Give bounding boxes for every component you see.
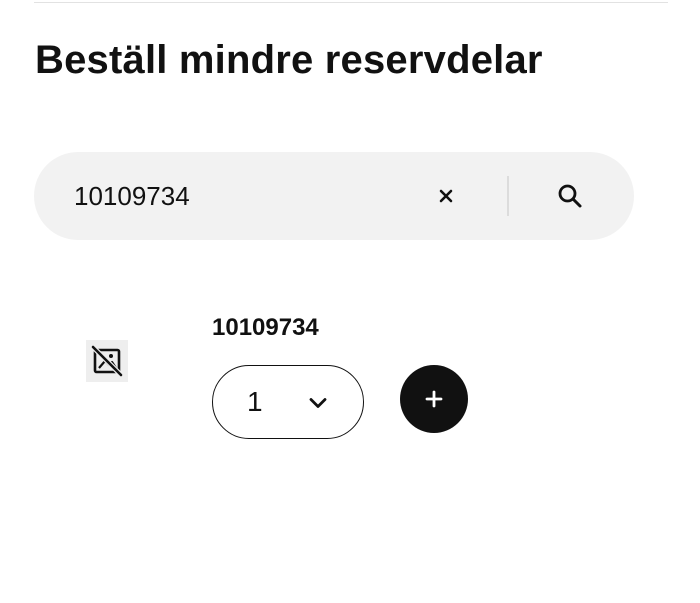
search-icon: [558, 184, 582, 208]
quantity-dropdown[interactable]: 1: [212, 365, 364, 439]
top-divider: [34, 2, 668, 3]
clear-search-button[interactable]: [426, 176, 466, 216]
plus-icon: [425, 390, 443, 408]
chevron-down-icon: [309, 398, 327, 408]
search-input[interactable]: [74, 152, 404, 240]
page-title: Beställ mindre reservdelar: [35, 38, 543, 82]
product-number: 10109734: [212, 314, 319, 341]
quantity-value: 1: [247, 386, 263, 417]
search-bar: [34, 152, 634, 240]
search-separator: [507, 176, 509, 216]
product-image-placeholder: [86, 340, 128, 382]
image-unavailable-icon: [91, 345, 123, 377]
close-icon: [439, 189, 453, 203]
add-to-list-button[interactable]: [400, 365, 468, 433]
search-button[interactable]: [544, 172, 596, 220]
